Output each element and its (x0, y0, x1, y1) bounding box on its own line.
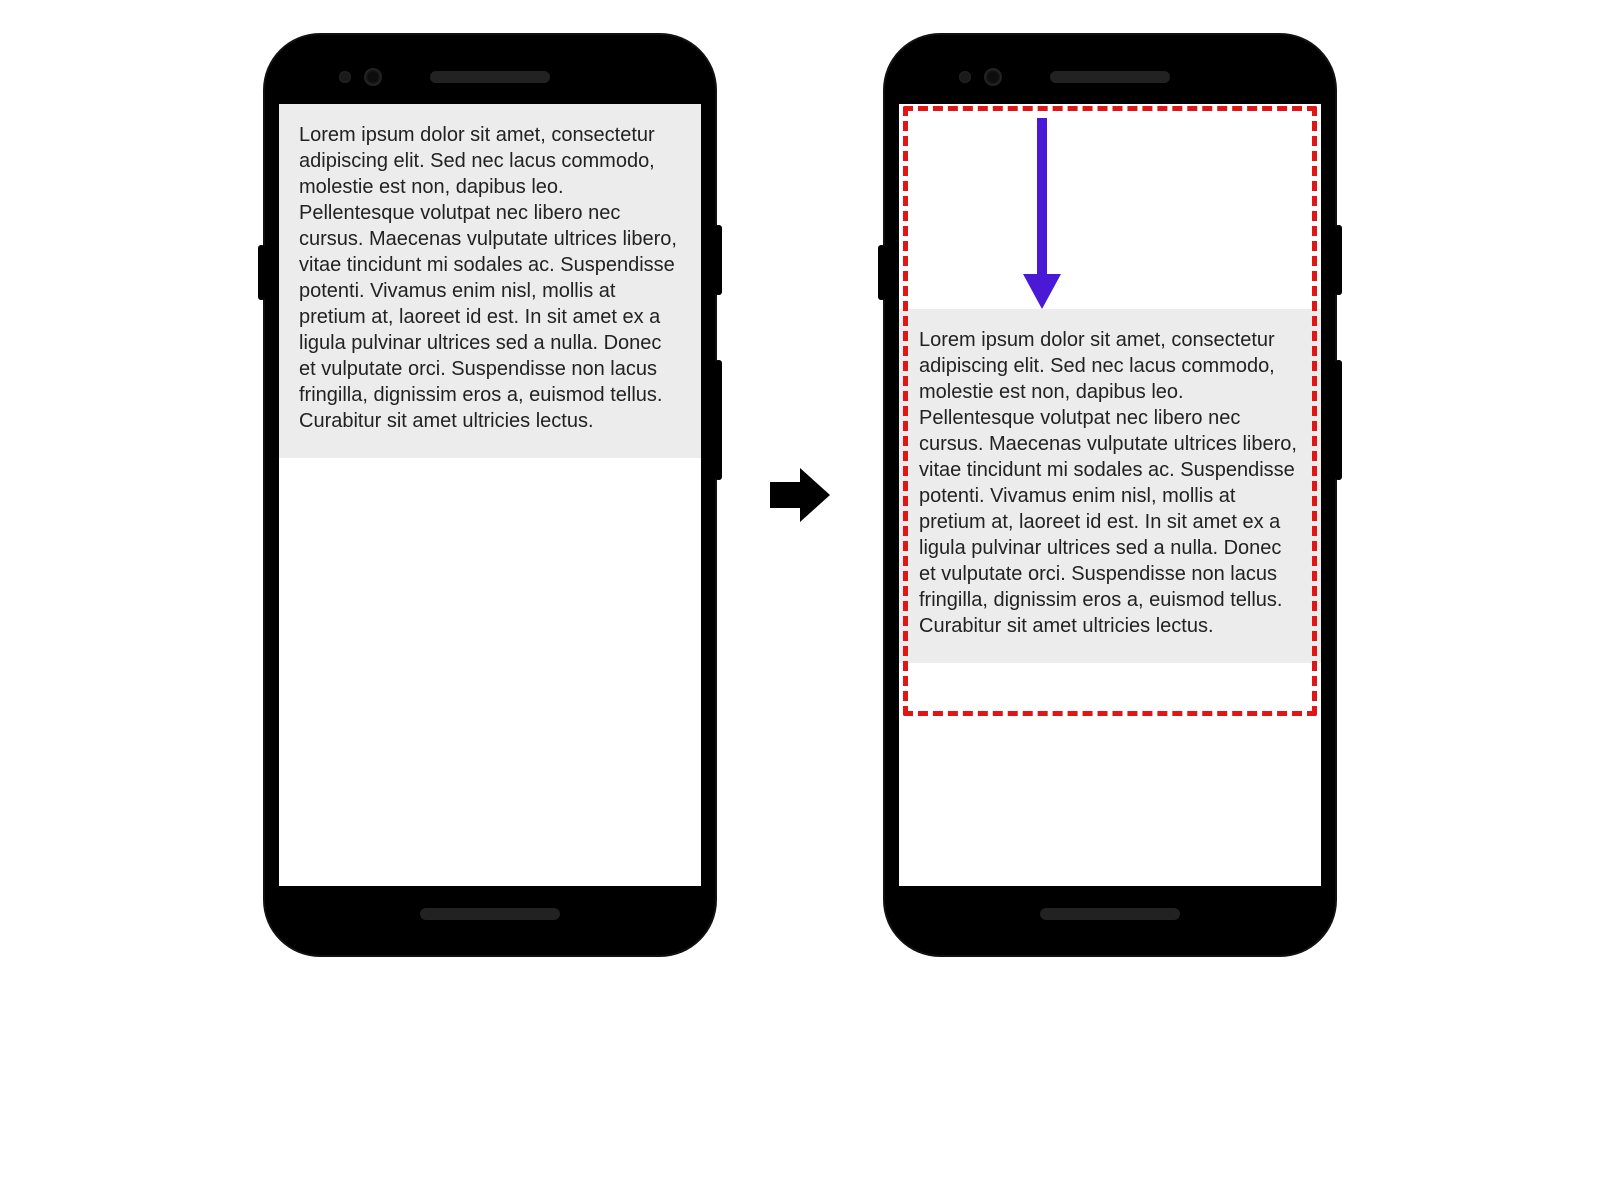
diagram-stage: Lorem ipsum dolor sit amet, consectetur … (0, 15, 1600, 975)
phone-top-bezel (899, 49, 1321, 104)
phone-bottom-bezel (899, 886, 1321, 941)
scroll-down-arrow-icon (1017, 114, 1067, 319)
phone-volume-button (1335, 360, 1342, 480)
phone-power-button (715, 225, 722, 295)
content-text-block: Lorem ipsum dolor sit amet, consectetur … (899, 309, 1321, 663)
phone-after: Lorem ipsum dolor sit amet, consectetur … (885, 35, 1335, 955)
phone-power-button (1335, 225, 1342, 295)
bottom-speaker (420, 908, 560, 920)
phone-volume-button (715, 360, 722, 480)
phone-side-button (878, 245, 885, 300)
content-text-block: Lorem ipsum dolor sit amet, consectetur … (279, 104, 701, 458)
phone-bottom-bezel (279, 886, 701, 941)
earpiece-speaker (430, 71, 550, 83)
phone-before: Lorem ipsum dolor sit amet, consectetur … (265, 35, 715, 955)
phone-top-bezel (279, 49, 701, 104)
sensor-dot (959, 71, 971, 83)
phone-screen-before: Lorem ipsum dolor sit amet, consectetur … (279, 104, 701, 886)
front-camera-icon (985, 69, 1001, 85)
earpiece-speaker (1050, 71, 1170, 83)
sensor-dot (339, 71, 351, 83)
bottom-speaker (1040, 908, 1180, 920)
transition-arrow-right-icon (765, 460, 835, 530)
phone-screen-after: Lorem ipsum dolor sit amet, consectetur … (899, 104, 1321, 886)
front-camera-icon (365, 69, 381, 85)
phone-side-button (258, 245, 265, 300)
